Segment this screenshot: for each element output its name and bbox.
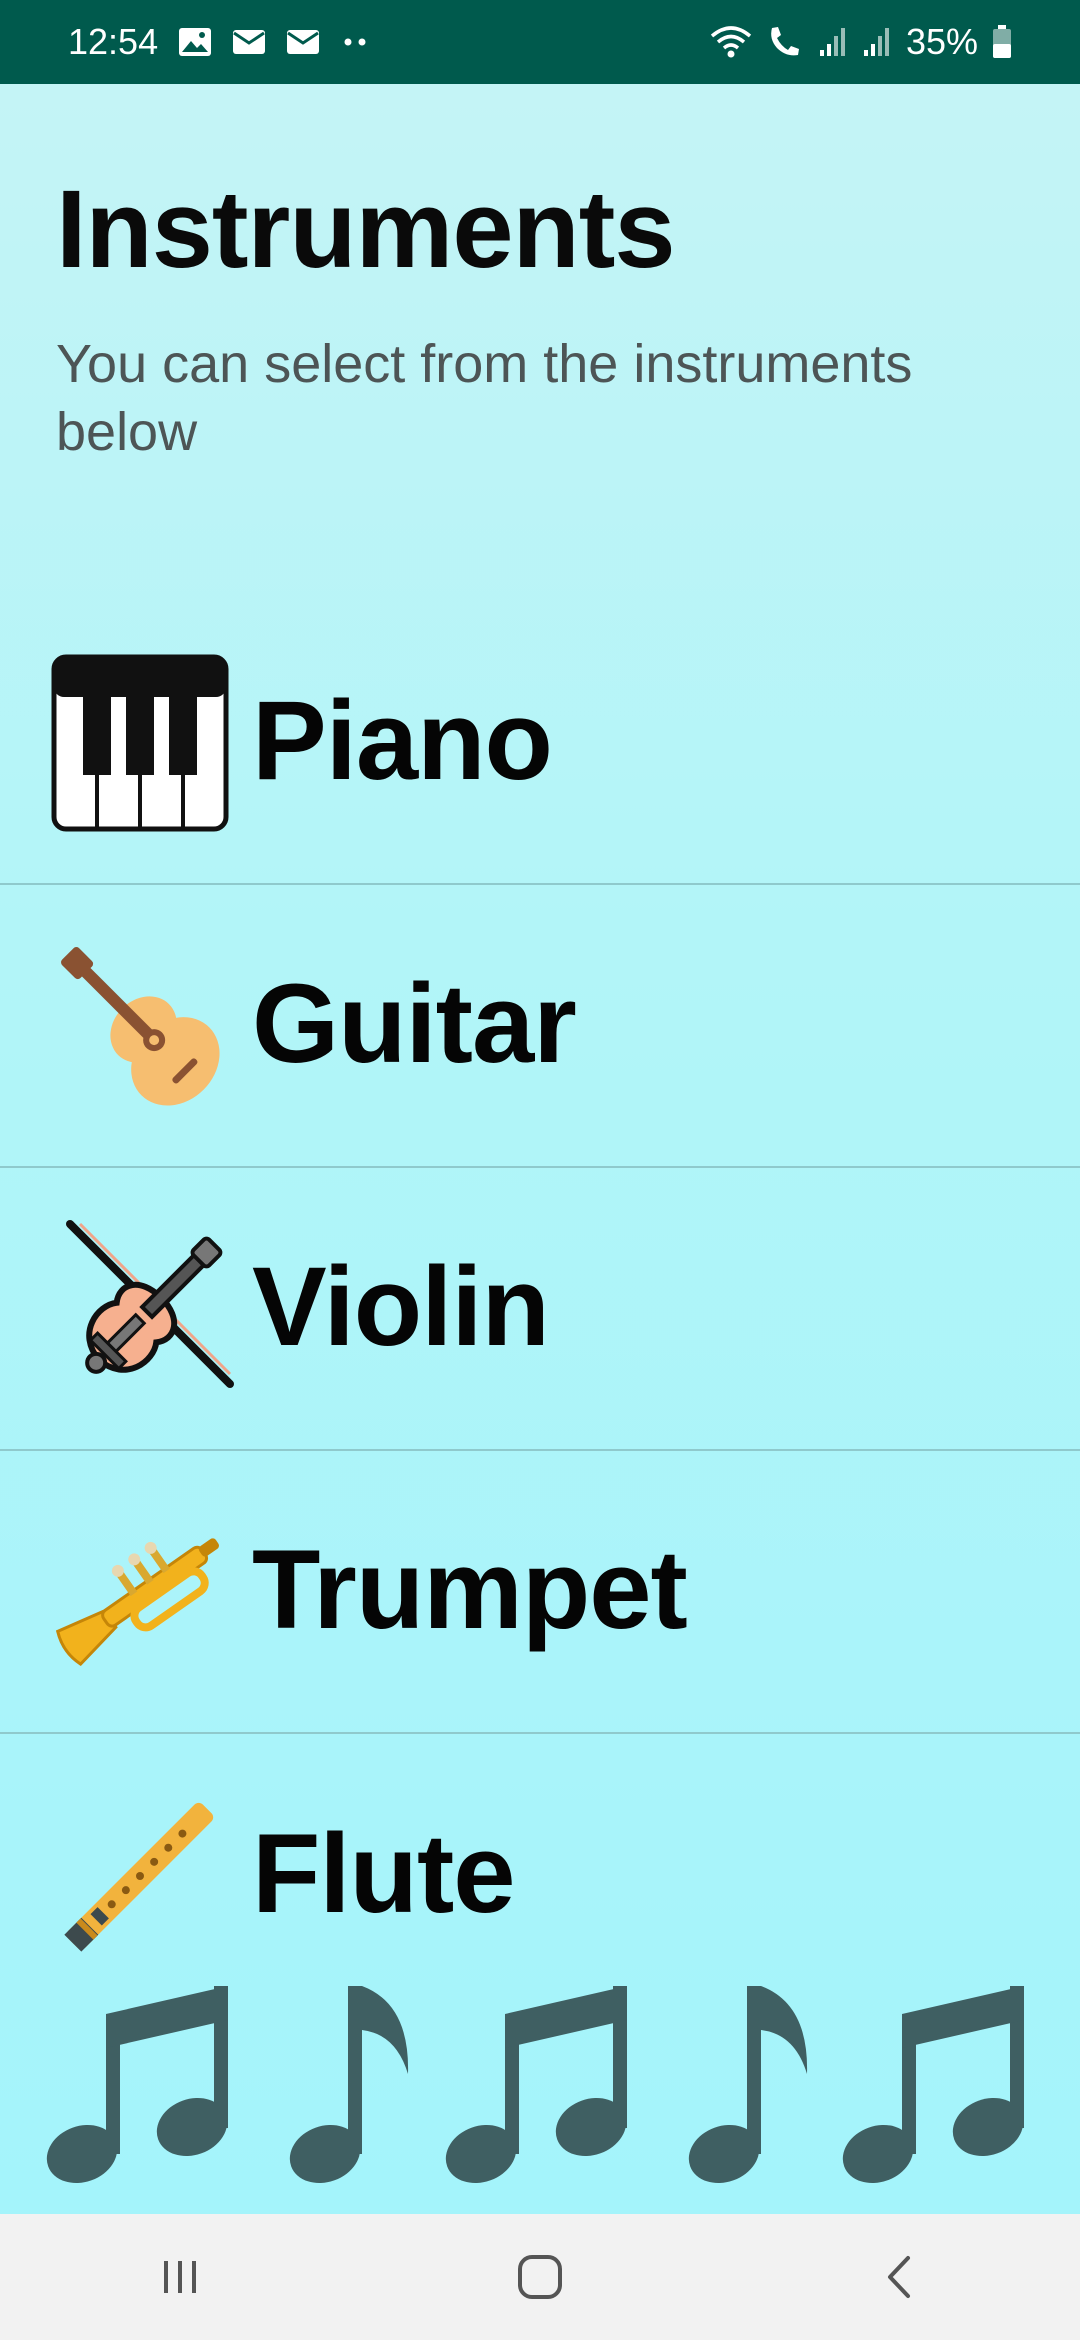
eighth-note-icon bbox=[289, 1986, 409, 2184]
back-button[interactable] bbox=[800, 2214, 1000, 2340]
instrument-label: Violin bbox=[252, 1243, 550, 1369]
page-subtitle: You can select from the instruments belo… bbox=[56, 334, 913, 462]
status-left: 12:54 bbox=[68, 21, 370, 63]
instrument-row-piano[interactable]: Piano bbox=[0, 602, 1080, 885]
home-icon bbox=[518, 2255, 562, 2299]
instrument-row-trumpet[interactable]: Trumpet bbox=[0, 1451, 1080, 1734]
status-bar: 12:54 35% bbox=[0, 0, 1080, 84]
music-notes-decoration bbox=[46, 1986, 1024, 2184]
recent-apps-icon bbox=[164, 2261, 196, 2293]
beamed-notes-icon bbox=[46, 1986, 228, 2184]
beamed-notes-icon bbox=[842, 1986, 1024, 2184]
home-button[interactable] bbox=[440, 2214, 640, 2340]
violin-icon bbox=[38, 1207, 242, 1411]
status-time: 12:54 bbox=[68, 21, 159, 62]
instrument-row-violin[interactable]: Violin bbox=[0, 1168, 1080, 1451]
signal-icon bbox=[818, 26, 848, 58]
status-right: 35% bbox=[710, 21, 1012, 63]
battery-percent: 35% bbox=[905, 21, 978, 62]
page-title: Instruments bbox=[56, 168, 676, 291]
instrument-list: Piano Guitar Violin Trumpet Flute bbox=[0, 602, 1080, 2017]
battery-icon bbox=[992, 25, 1012, 59]
main-screen: Instruments You can select from the inst… bbox=[0, 84, 1080, 2214]
call-icon bbox=[766, 24, 804, 60]
trumpet-icon bbox=[38, 1490, 242, 1694]
instrument-label: Flute bbox=[252, 1810, 516, 1936]
instrument-label: Piano bbox=[252, 677, 553, 803]
signal-icon bbox=[862, 26, 892, 58]
eighth-note-icon bbox=[688, 1986, 808, 2184]
mail-icon bbox=[286, 29, 320, 55]
wifi-icon bbox=[710, 24, 752, 60]
instrument-label: Guitar bbox=[252, 960, 577, 1086]
mail-icon bbox=[232, 29, 266, 55]
back-icon bbox=[888, 2256, 910, 2298]
image-icon bbox=[178, 27, 212, 57]
instrument-row-guitar[interactable]: Guitar bbox=[0, 885, 1080, 1168]
navigation-bar bbox=[0, 2214, 1080, 2340]
guitar-icon bbox=[38, 924, 242, 1128]
instrument-label: Trumpet bbox=[252, 1526, 688, 1652]
recent-apps-button[interactable] bbox=[80, 2214, 280, 2340]
more-dots-icon bbox=[340, 37, 370, 47]
beamed-notes-icon bbox=[445, 1986, 627, 2184]
flute-icon bbox=[38, 1774, 242, 1978]
piano-icon bbox=[38, 641, 242, 845]
